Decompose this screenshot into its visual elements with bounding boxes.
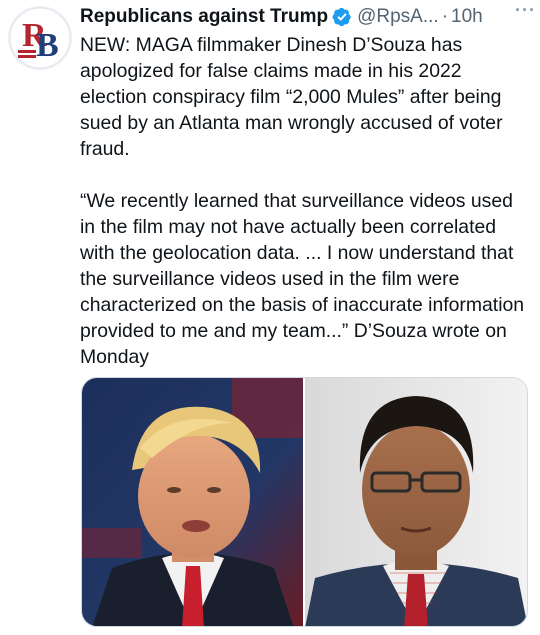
portrait-photo-left-icon bbox=[82, 378, 303, 626]
handle[interactable]: @RpsA... bbox=[357, 6, 439, 28]
media-grid bbox=[81, 377, 528, 627]
timestamp[interactable]: 10h bbox=[451, 6, 483, 28]
tweet-text: NEW: MAGA filmmaker Dinesh D’Souza has a… bbox=[80, 32, 530, 370]
tweet-card[interactable]: R B Republicans against Trump @RpsA... ·… bbox=[0, 0, 540, 635]
more-options-icon[interactable]: ··· bbox=[515, 0, 536, 21]
avatar-logo-icon: R B bbox=[8, 6, 72, 70]
tweet-paragraph-1: NEW: MAGA filmmaker Dinesh D’Souza has a… bbox=[80, 34, 503, 160]
tweet-paragraph-2: “We recently learned that surveillance v… bbox=[80, 190, 525, 368]
photo-left[interactable] bbox=[82, 378, 303, 626]
separator-dot: · bbox=[441, 6, 449, 27]
portrait-photo-right-icon bbox=[305, 378, 527, 626]
svg-text:B: B bbox=[36, 27, 59, 64]
photo-right[interactable] bbox=[305, 378, 527, 626]
avatar[interactable]: R B bbox=[8, 6, 72, 70]
tweet-header: Republicans against Trump @RpsA... · 10h bbox=[80, 4, 532, 30]
verified-badge-icon[interactable] bbox=[332, 7, 352, 27]
display-name[interactable]: Republicans against Trump bbox=[80, 6, 328, 28]
